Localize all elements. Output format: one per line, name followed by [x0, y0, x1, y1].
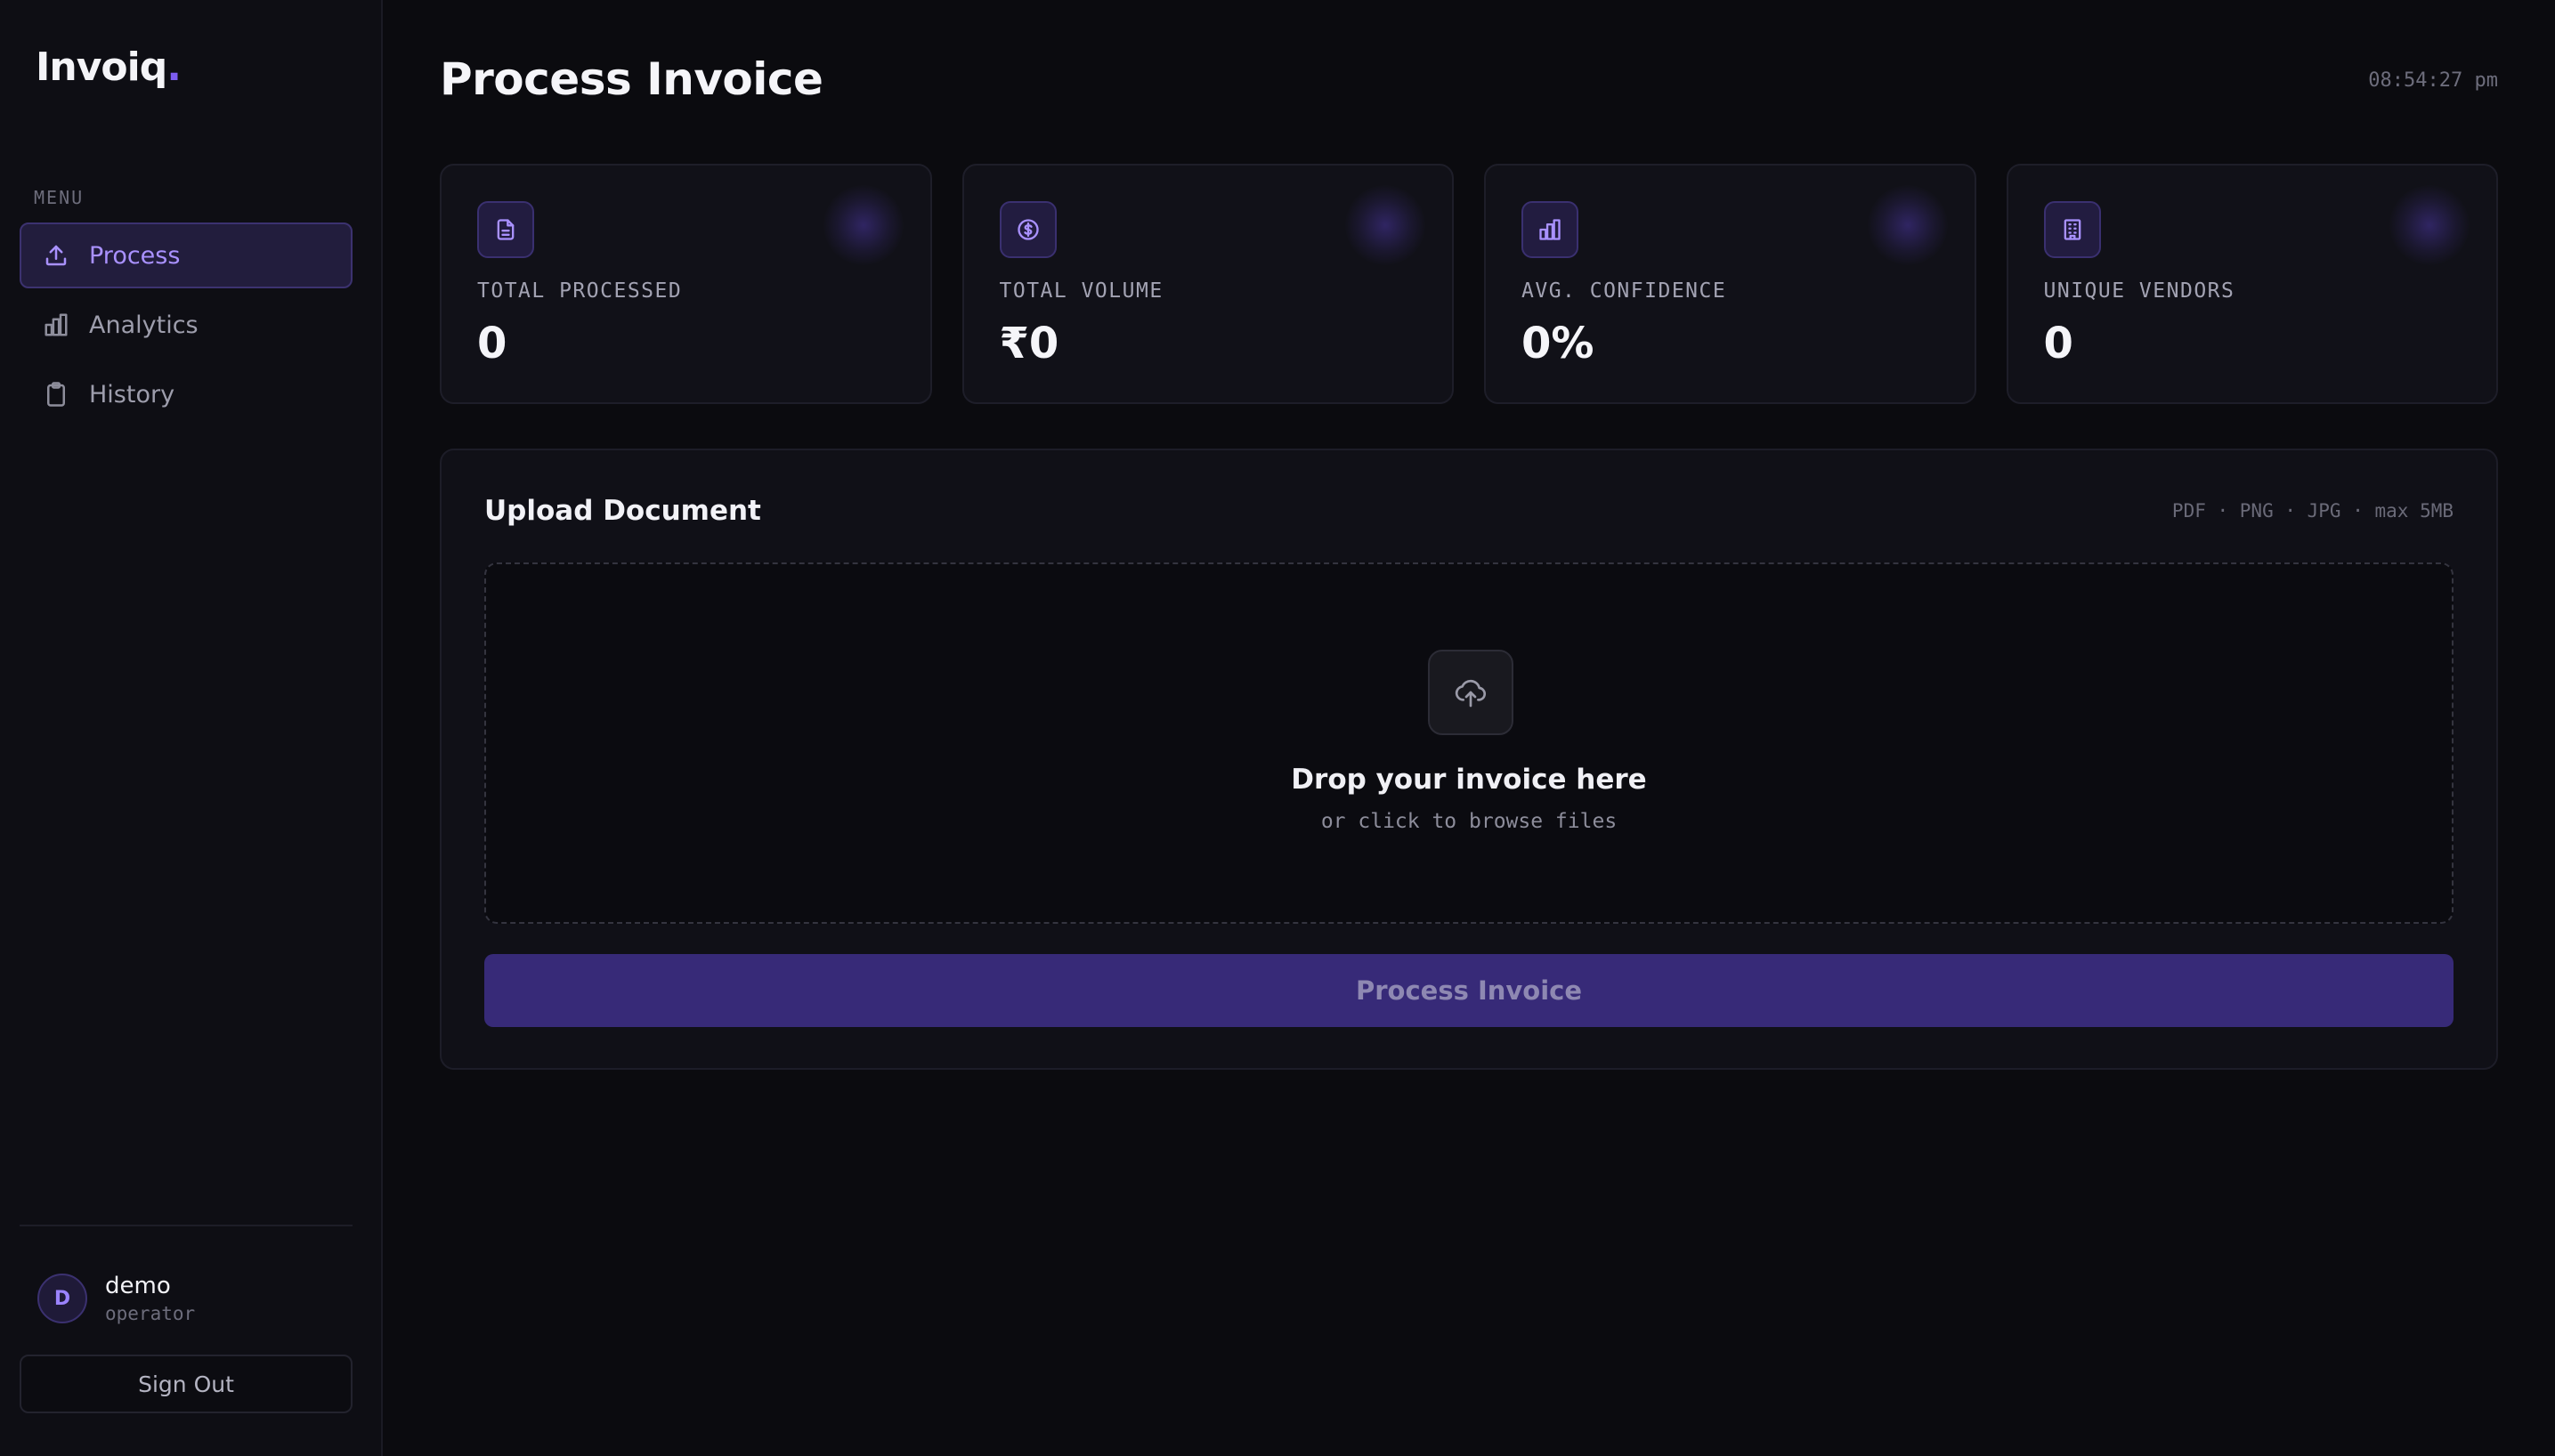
user-role: operator: [105, 1303, 196, 1324]
drop-subtitle: or click to browse files: [1320, 810, 1618, 833]
stat-card-total-volume: TOTAL VOLUME ₹0: [961, 164, 1454, 404]
page-title: Process Invoice: [440, 53, 823, 105]
card-glow: [2389, 185, 2470, 265]
file-dropzone[interactable]: Drop your invoice here or click to brows…: [484, 562, 2454, 924]
sidebar-item-label: Process: [89, 241, 181, 270]
stat-card-unique-vendors: UNIQUE VENDORS 0: [2006, 164, 2498, 404]
stat-label: TOTAL PROCESSED: [477, 279, 683, 303]
clipboard-icon: [43, 381, 69, 408]
sign-out-button[interactable]: Sign Out: [20, 1355, 353, 1413]
bar-chart-icon: [43, 311, 69, 338]
sidebar-item-history[interactable]: History: [20, 361, 353, 427]
user-name: demo: [105, 1273, 171, 1299]
stats-row: TOTAL PROCESSED 0 TOTAL VOLUME ₹0 AVG. C…: [440, 164, 2498, 404]
logo-text: Invoiq: [36, 44, 167, 90]
user-info: demo operator: [105, 1273, 195, 1324]
sidebar-item-analytics[interactable]: Analytics: [20, 292, 353, 358]
stat-card-avg-confidence: AVG. CONFIDENCE 0%: [1484, 164, 1976, 404]
process-invoice-button[interactable]: Process Invoice: [484, 954, 2454, 1027]
sidebar-nav: Process Analytics History: [20, 222, 353, 431]
user-profile: D demo operator: [37, 1273, 195, 1324]
menu-label: MENU: [34, 187, 85, 208]
sidebar-item-label: History: [89, 380, 175, 408]
upload-formats: PDF · PNG · JPG · max 5MB: [2171, 500, 2454, 522]
stat-value: 0: [477, 319, 507, 368]
drop-title: Drop your invoice here: [1291, 764, 1647, 796]
logo-dot: .: [166, 44, 182, 90]
app-logo[interactable]: Invoiq.: [36, 44, 182, 90]
stat-card-total-processed: TOTAL PROCESSED 0: [440, 164, 932, 404]
stat-label: AVG. CONFIDENCE: [1521, 279, 1727, 303]
card-glow: [1345, 185, 1425, 265]
stat-value: 0: [2043, 319, 2073, 368]
dollar-coin-icon: [999, 201, 1057, 258]
upload-card: Upload Document PDF · PNG · JPG · max 5M…: [440, 449, 2498, 1070]
avatar: D: [37, 1274, 87, 1323]
document-icon: [477, 201, 534, 258]
upload-icon: [43, 242, 69, 269]
cloud-upload-icon: [1428, 650, 1513, 735]
stat-label: TOTAL VOLUME: [999, 279, 1164, 303]
building-icon: [2043, 201, 2101, 258]
card-glow: [823, 185, 904, 265]
sidebar: Invoiq. MENU Process Analytics History D…: [0, 0, 383, 1456]
upload-title: Upload Document: [484, 495, 761, 527]
stat-value: 0%: [1521, 319, 1594, 368]
sidebar-item-label: Analytics: [89, 311, 199, 339]
card-glow: [1867, 185, 1948, 265]
stat-label: UNIQUE VENDORS: [2043, 279, 2235, 303]
clock-time: 08:54:27 pm: [2368, 69, 2498, 92]
bar-chart-icon: [1521, 201, 1578, 258]
sidebar-item-process[interactable]: Process: [20, 222, 353, 288]
sidebar-divider: [20, 1225, 353, 1226]
stat-value: ₹0: [999, 319, 1059, 368]
